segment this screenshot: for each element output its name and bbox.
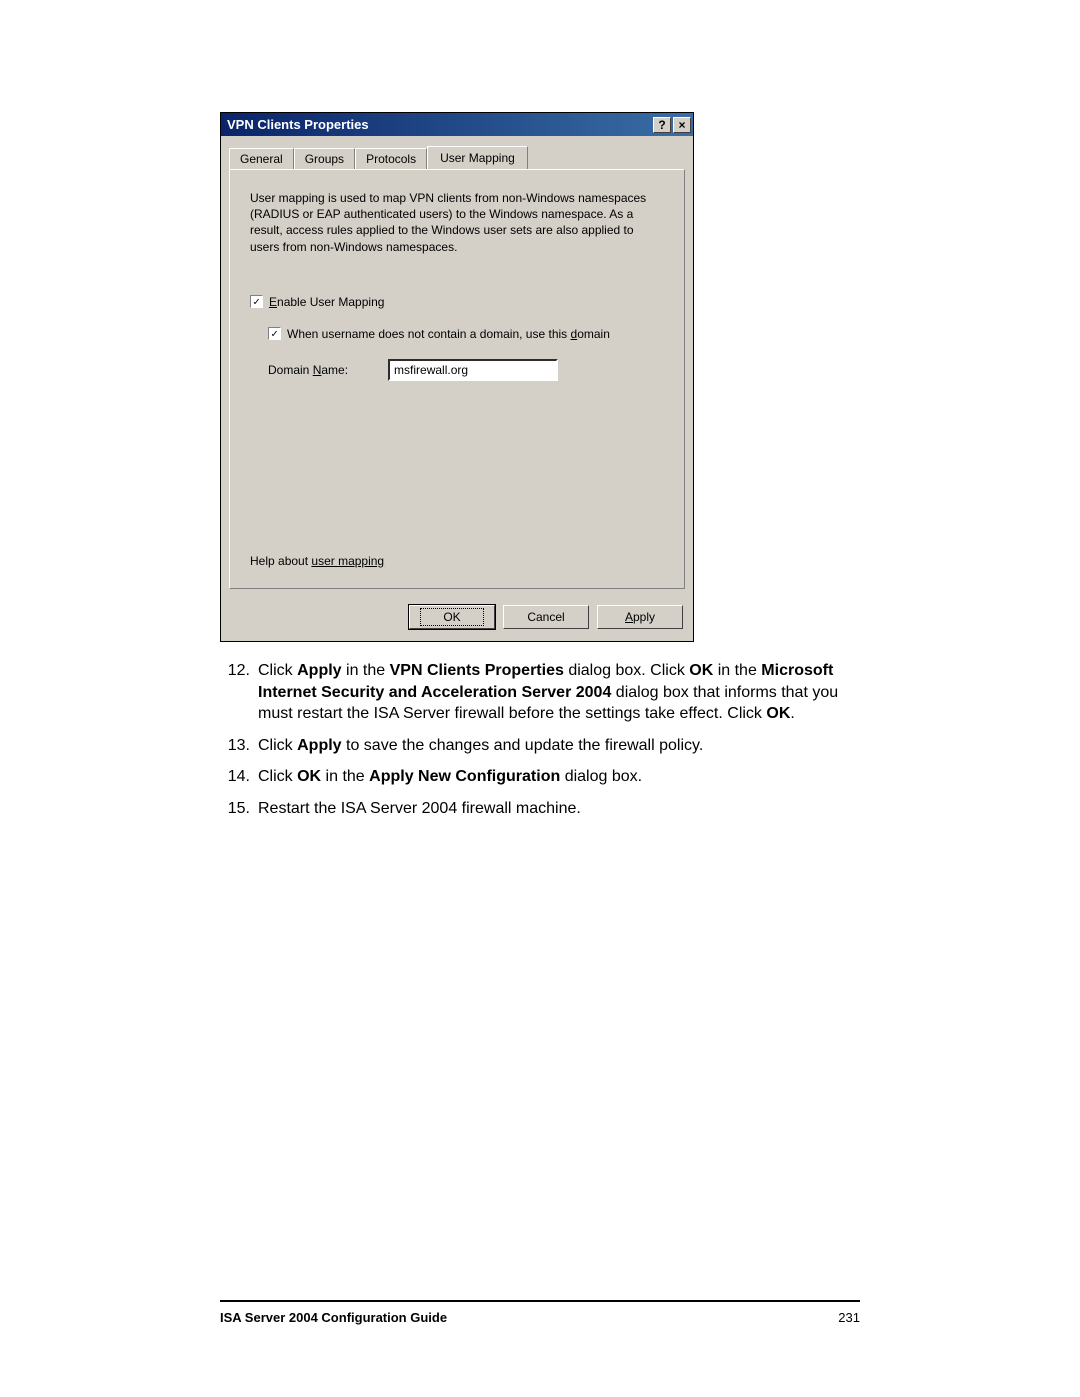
tab-strip: General Groups Protocols User Mapping	[229, 146, 685, 169]
domain-name-input[interactable]	[388, 359, 558, 381]
cancel-button[interactable]: Cancel	[503, 605, 589, 629]
tab-groups[interactable]: Groups	[294, 148, 355, 171]
when-username-row: ✓ When username does not contain a domai…	[268, 327, 664, 341]
instruction-list: 12. Click Apply in the VPN Clients Proper…	[220, 660, 860, 820]
tab-user-mapping[interactable]: User Mapping	[427, 146, 528, 169]
enable-user-mapping-row: ✓ Enable User Mapping	[250, 295, 664, 309]
tab-panel-user-mapping: User mapping is used to map VPN clients …	[229, 169, 685, 589]
domain-name-row: Domain Name:	[268, 359, 664, 381]
when-username-label: When username does not contain a domain,…	[287, 327, 610, 341]
instruction-item: 15. Restart the ISA Server 2004 firewall …	[220, 798, 860, 820]
instruction-text: Restart the ISA Server 2004 firewall mac…	[258, 798, 860, 820]
apply-button[interactable]: Apply	[597, 605, 683, 629]
help-icon[interactable]: ?	[653, 117, 671, 133]
tab-protocols[interactable]: Protocols	[355, 148, 427, 171]
instruction-number: 15.	[220, 798, 250, 820]
user-mapping-help-link[interactable]: user mapping	[311, 554, 384, 568]
help-about-line: Help about user mapping	[250, 554, 384, 568]
instruction-number: 13.	[220, 735, 250, 757]
domain-name-label: Domain Name:	[268, 363, 348, 377]
instruction-number: 14.	[220, 766, 250, 788]
dialog-titlebar: VPN Clients Properties ? ×	[221, 113, 693, 136]
instruction-text: Click Apply to save the changes and upda…	[258, 735, 860, 757]
page-footer: ISA Server 2004 Configuration Guide 231	[220, 1300, 860, 1325]
instruction-item: 13. Click Apply to save the changes and u…	[220, 735, 860, 757]
tab-general[interactable]: General	[229, 148, 294, 171]
user-mapping-description: User mapping is used to map VPN clients …	[250, 190, 664, 255]
dialog-buttons: OK Cancel Apply	[221, 605, 693, 641]
vpn-clients-properties-dialog: VPN Clients Properties ? × General Group…	[220, 112, 694, 642]
enable-user-mapping-label: Enable User Mapping	[269, 295, 384, 309]
when-username-checkbox[interactable]: ✓	[268, 327, 281, 340]
instruction-number: 12.	[220, 660, 250, 725]
instruction-text: Click OK in the Apply New Configuration …	[258, 766, 860, 788]
instruction-item: 12. Click Apply in the VPN Clients Proper…	[220, 660, 860, 725]
instruction-text: Click Apply in the VPN Clients Propertie…	[258, 660, 860, 725]
dialog-body: General Groups Protocols User Mapping Us…	[221, 136, 693, 605]
footer-title: ISA Server 2004 Configuration Guide	[220, 1310, 447, 1325]
instruction-item: 14. Click OK in the Apply New Configurati…	[220, 766, 860, 788]
dialog-title: VPN Clients Properties	[227, 117, 651, 132]
close-icon[interactable]: ×	[673, 117, 691, 133]
enable-user-mapping-checkbox[interactable]: ✓	[250, 295, 263, 308]
ok-button[interactable]: OK	[409, 605, 495, 629]
page-number: 231	[838, 1310, 860, 1325]
